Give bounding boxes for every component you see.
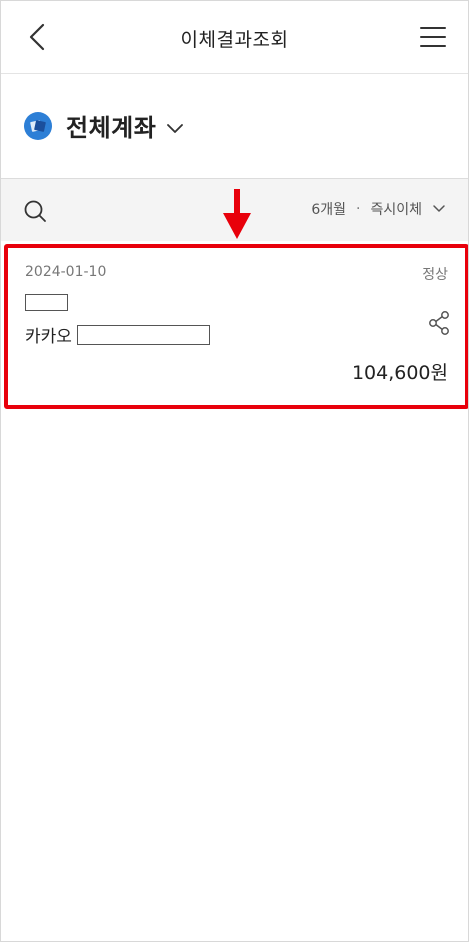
redacted-account-number: [76, 324, 210, 345]
menu-button[interactable]: [416, 21, 450, 53]
page-title: 이체결과조회: [180, 29, 289, 51]
arrow-down-icon: [223, 189, 251, 239]
app-header: 이체결과조회: [1, 1, 468, 74]
search-icon: [24, 200, 46, 222]
account-selector[interactable]: 전체계좌: [24, 108, 184, 143]
screen: 이체결과조회 전체계좌 6개월 · 즉시이체 2024-01-10 정상 카카오…: [0, 0, 469, 942]
chevron-down-icon: [432, 204, 446, 214]
transaction-card[interactable]: 2024-01-10 정상 카카오 104,600원: [4, 244, 468, 409]
transaction-date: 2024-01-10: [25, 264, 107, 280]
filter-type: 즉시이체: [370, 202, 422, 218]
transaction-status: 정상: [422, 267, 448, 283]
chevron-down-icon: [166, 122, 184, 134]
filter-period: 6개월: [311, 202, 347, 218]
hamburger-menu-icon: [420, 27, 446, 47]
filter-separator: ·: [356, 201, 361, 217]
transaction-amount: 104,600원: [351, 362, 448, 384]
filter-dropdown[interactable]: 6개월 · 즉시이체: [311, 199, 446, 219]
account-name: 전체계좌: [66, 114, 157, 142]
account-section: 전체계좌: [1, 74, 468, 179]
recipient-row: 카카오: [25, 322, 210, 347]
redacted-field: [25, 294, 68, 311]
share-icon: [429, 311, 449, 335]
bank-logo-icon: [24, 111, 52, 140]
transaction-recipient: 카카오: [25, 327, 72, 347]
share-button[interactable]: [427, 310, 451, 336]
search-button[interactable]: [23, 199, 47, 223]
